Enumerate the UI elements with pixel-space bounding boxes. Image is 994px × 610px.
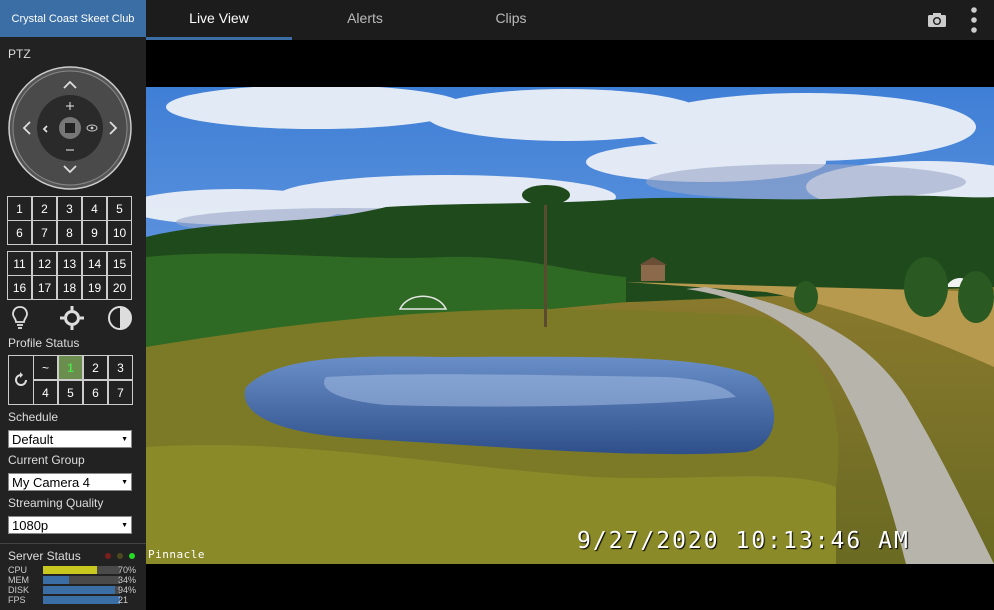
- stat-value: 21: [118, 595, 129, 605]
- preset-button[interactable]: 10: [107, 220, 132, 245]
- stat-disk: DISK 94%: [8, 585, 140, 595]
- top-bar: Live View Alerts Clips: [146, 0, 994, 40]
- tab-live-view[interactable]: Live View: [146, 0, 292, 40]
- group-value: My Camera 4: [12, 475, 91, 490]
- profile-cell[interactable]: 4: [33, 380, 58, 405]
- vertical-dots-icon[interactable]: [966, 6, 982, 34]
- image-controls: [8, 305, 132, 331]
- camera-icon[interactable]: [926, 6, 948, 34]
- preset-button[interactable]: 9: [82, 220, 107, 245]
- stat-fill: [43, 576, 70, 584]
- stat-bar: [43, 596, 120, 604]
- profile-cell[interactable]: 3: [108, 355, 133, 380]
- preset-button[interactable]: 19: [82, 275, 107, 300]
- profile-cell[interactable]: 5: [58, 380, 83, 405]
- dropdown-arrow-icon: ▼: [121, 479, 128, 486]
- status-indicator: [117, 553, 123, 559]
- stat-value: 34%: [118, 575, 137, 585]
- stat-name: DISK: [8, 585, 30, 595]
- tab-clips[interactable]: Clips: [438, 0, 584, 40]
- preset-button[interactable]: 3: [57, 196, 82, 221]
- profile-cell-active[interactable]: 1: [58, 355, 83, 380]
- preset-button[interactable]: 6: [7, 220, 32, 245]
- preset-button[interactable]: 5: [107, 196, 132, 221]
- stat-name: FPS: [8, 595, 26, 605]
- ptz-control[interactable]: [8, 66, 132, 190]
- stat-fill: [43, 586, 116, 594]
- stat-fill: [43, 566, 97, 574]
- dropdown-arrow-icon: ▼: [121, 522, 128, 529]
- preset-button[interactable]: 20: [107, 275, 132, 300]
- stat-bar: [43, 576, 120, 584]
- current-group-label: Current Group: [8, 453, 85, 467]
- dropdown-arrow-icon: ▼: [121, 436, 128, 443]
- stat-name: MEM: [8, 575, 29, 585]
- server-status-label: Server Status: [8, 549, 81, 563]
- brightness-icon[interactable]: [60, 306, 84, 335]
- preset-button[interactable]: 4: [82, 196, 107, 221]
- streaming-quality-label: Streaming Quality: [8, 496, 104, 510]
- preset-button[interactable]: 18: [57, 275, 82, 300]
- timestamp-overlay: 9/27/2020 10:13:46 AM: [577, 528, 910, 554]
- refresh-icon[interactable]: [8, 355, 34, 405]
- preset-button[interactable]: 11: [7, 251, 32, 276]
- profile-cell[interactable]: ~: [33, 355, 58, 380]
- stat-cpu: CPU 70%: [8, 565, 140, 575]
- profile-status-label: Profile Status: [8, 336, 80, 350]
- profile-cell[interactable]: 6: [83, 380, 108, 405]
- schedule-select[interactable]: Default ▼: [8, 430, 132, 448]
- preset-button[interactable]: 8: [57, 220, 82, 245]
- preset-button[interactable]: 16: [7, 275, 32, 300]
- preset-button[interactable]: 15: [107, 251, 132, 276]
- stat-bar: [43, 586, 120, 594]
- status-indicator: [105, 553, 111, 559]
- ptz-label: PTZ: [8, 47, 31, 61]
- preset-grid-2: 11 12 13 14 15 16 17 18 19 20: [7, 251, 133, 300]
- tab-alerts[interactable]: Alerts: [292, 0, 438, 40]
- group-select[interactable]: My Camera 4 ▼: [8, 473, 132, 491]
- camera-name-overlay: Pinnacle: [148, 548, 205, 561]
- app-title[interactable]: Crystal Coast Skeet Club: [0, 0, 146, 37]
- stat-fill: [43, 596, 120, 604]
- stat-value: 70%: [118, 565, 137, 575]
- preset-button[interactable]: 2: [32, 196, 57, 221]
- status-indicator: [129, 553, 135, 559]
- schedule-label: Schedule: [8, 410, 59, 424]
- stat-name: CPU: [8, 565, 28, 575]
- preset-button[interactable]: 14: [82, 251, 107, 276]
- stat-fps: FPS 21: [8, 595, 140, 605]
- stat-value: 94%: [118, 585, 137, 595]
- preset-button[interactable]: 13: [57, 251, 82, 276]
- preset-button[interactable]: 1: [7, 196, 32, 221]
- preset-button[interactable]: 12: [32, 251, 57, 276]
- preset-grid-1: 1 2 3 4 5 6 7 8 9 10: [7, 196, 133, 245]
- preset-button[interactable]: 7: [32, 220, 57, 245]
- schedule-value: Default: [12, 432, 54, 447]
- camera-feed[interactable]: [146, 87, 994, 564]
- profile-cell[interactable]: 2: [83, 355, 108, 380]
- preset-button[interactable]: 17: [32, 275, 57, 300]
- stat-mem: MEM 34%: [8, 575, 140, 585]
- stat-bar: [43, 566, 120, 574]
- quality-select[interactable]: 1080p ▼: [8, 516, 132, 534]
- lightbulb-icon[interactable]: [11, 305, 29, 336]
- profile-cell[interactable]: 7: [108, 380, 133, 405]
- quality-value: 1080p: [12, 518, 49, 533]
- contrast-icon[interactable]: [108, 306, 132, 335]
